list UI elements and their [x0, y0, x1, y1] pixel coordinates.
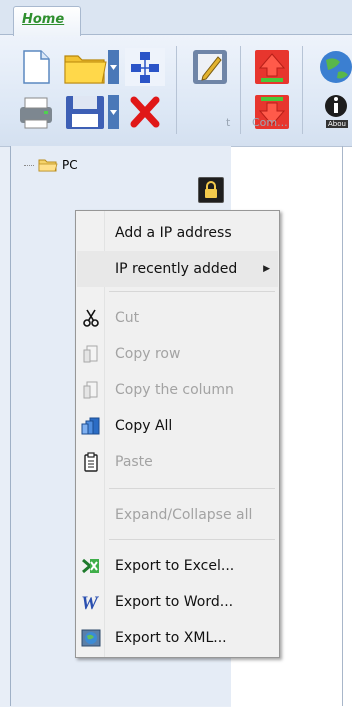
- menu-item-cut[interactable]: Cut: [77, 300, 278, 336]
- menu-item-label: IP recently added: [115, 261, 238, 277]
- tab-home-label: Home: [22, 12, 65, 27]
- about-button[interactable]: Abou: [314, 93, 352, 131]
- ribbon-panel: t Com... Abou: [0, 35, 352, 146]
- arrow-up-icon: [255, 50, 289, 84]
- menu-item-label: Copy the column: [115, 382, 234, 398]
- menu-item-label: Add a IP address: [115, 225, 232, 241]
- menu-separator: [109, 291, 275, 292]
- xml-globe-icon: [81, 629, 101, 647]
- open-folder-button[interactable]: [62, 48, 120, 86]
- printer-icon: [20, 97, 52, 129]
- group-separator: [176, 46, 177, 134]
- ribbon-group-label-partial: t: [226, 116, 231, 129]
- svg-text:W: W: [81, 593, 99, 612]
- edit-pencil-icon: [193, 50, 227, 84]
- menu-item-ip-recently-added[interactable]: IP recently added ▶: [77, 251, 278, 287]
- new-file-icon: [23, 50, 50, 84]
- tree-connector: [24, 164, 34, 166]
- menu-item-label: Expand/Collapse all: [115, 507, 253, 523]
- paste-icon: [84, 452, 98, 472]
- new-file-button[interactable]: [16, 48, 56, 86]
- copy-all-icon: [81, 417, 100, 435]
- globe-icon: [320, 51, 352, 83]
- group-separator: [302, 46, 303, 134]
- floppy-disk-icon: [66, 95, 119, 129]
- context-menu: Add a IP address IP recently added ▶ Cut…: [75, 210, 280, 658]
- menu-item-label: Paste: [115, 454, 153, 470]
- menu-item-export-xml[interactable]: Export to XML...: [77, 620, 278, 656]
- save-button[interactable]: [62, 93, 120, 131]
- print-button[interactable]: [16, 93, 56, 131]
- network-button[interactable]: [125, 48, 165, 86]
- move-up-button[interactable]: [252, 48, 292, 86]
- ribbon-group-label-com: Com...: [252, 116, 288, 129]
- about-label: Abou: [326, 120, 348, 128]
- delete-x-icon: [130, 96, 160, 128]
- menu-item-copy-column[interactable]: Copy the column: [77, 372, 278, 408]
- tree-node-label: PC: [62, 158, 78, 172]
- submenu-arrow-icon: ▶: [263, 264, 270, 274]
- lock-icon: [205, 181, 217, 198]
- scissors-icon: [83, 309, 99, 327]
- edit-button[interactable]: [190, 48, 230, 86]
- word-icon: W: [81, 593, 99, 612]
- menu-item-export-excel[interactable]: Export to Excel...: [77, 548, 278, 584]
- copy-icon: [83, 345, 98, 363]
- info-icon: [325, 95, 347, 117]
- menu-item-expand-collapse[interactable]: Expand/Collapse all: [77, 497, 278, 533]
- pane-divider: [342, 146, 343, 706]
- folder-icon: [38, 159, 58, 172]
- network-icon: [125, 48, 165, 86]
- globe-button[interactable]: [314, 48, 352, 86]
- delete-button[interactable]: [125, 93, 165, 131]
- menu-item-add-ip[interactable]: Add a IP address: [77, 215, 278, 251]
- menu-item-label: Copy row: [115, 346, 181, 362]
- menu-separator: [109, 488, 275, 489]
- menu-separator: [109, 539, 275, 540]
- menu-item-export-word[interactable]: W Export to Word...: [77, 584, 278, 620]
- menu-item-label: Cut: [115, 310, 140, 326]
- group-separator: [240, 46, 241, 134]
- folder-icon: [64, 50, 119, 84]
- excel-icon: [82, 558, 99, 574]
- menu-item-label: Export to Excel...: [115, 558, 235, 574]
- menu-item-copy-row[interactable]: Copy row: [77, 336, 278, 372]
- menu-item-copy-all[interactable]: Copy All: [77, 408, 278, 444]
- copy-icon: [83, 381, 98, 399]
- lock-button[interactable]: [198, 177, 224, 203]
- menu-item-label: Copy All: [115, 418, 173, 434]
- menu-item-paste[interactable]: Paste: [77, 444, 278, 480]
- tree-node-pc[interactable]: PC: [24, 156, 78, 174]
- tab-home[interactable]: Home: [13, 6, 81, 36]
- menu-item-label: Export to XML...: [115, 630, 227, 646]
- menu-item-label: Export to Word...: [115, 594, 234, 610]
